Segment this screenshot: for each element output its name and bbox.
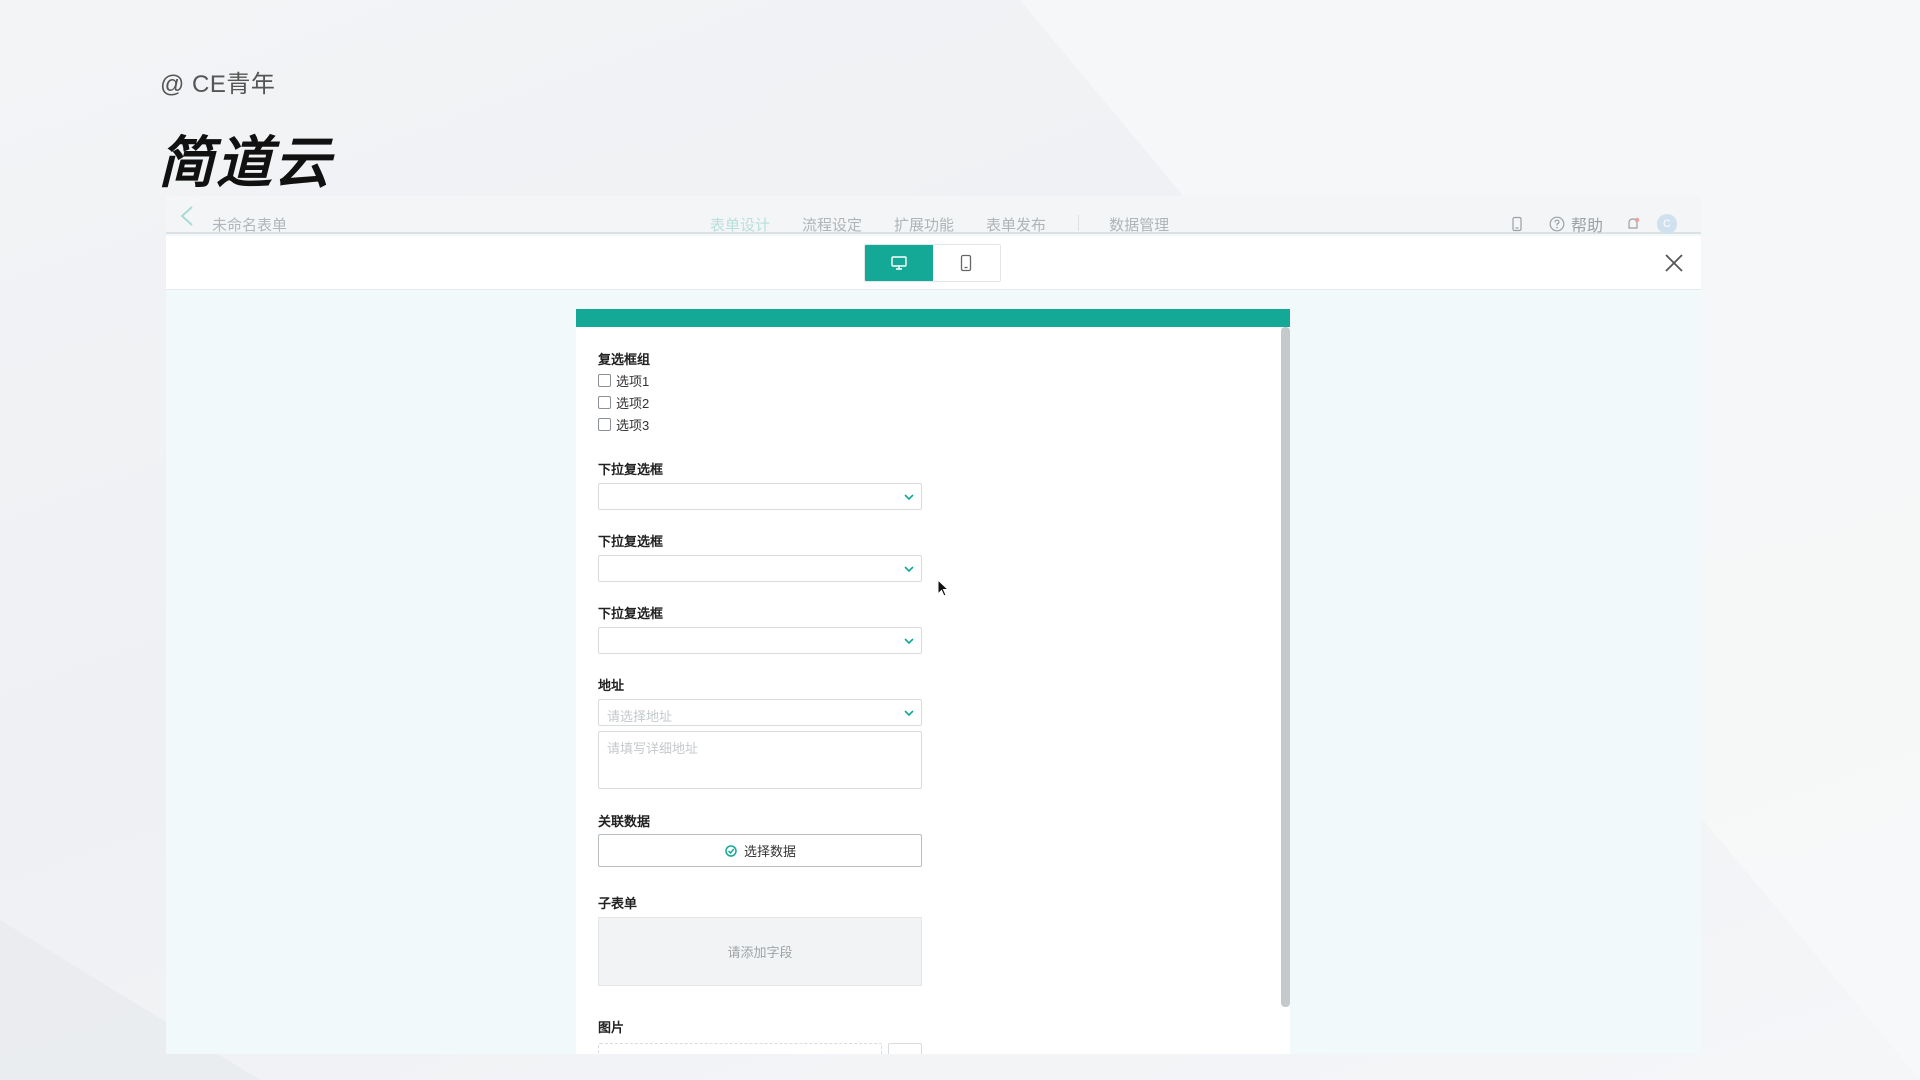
device-switcher	[864, 244, 1001, 282]
select-data-label: 选择数据	[743, 844, 796, 859]
dropdown-select[interactable]	[598, 627, 922, 654]
link-data-icon	[725, 844, 737, 857]
close-icon[interactable]	[1663, 252, 1685, 274]
address-region-placeholder: 请选择地址	[607, 709, 673, 724]
field-label-subform: 子表单	[598, 896, 638, 911]
help-label[interactable]: 帮助	[1571, 212, 1603, 236]
nav-tab-form-design[interactable]: 表单设计	[710, 214, 770, 235]
form-name: 未命名表单	[212, 217, 288, 234]
checkbox-option[interactable]: 选项2	[598, 393, 649, 412]
address-region-select[interactable]: 请选择地址	[598, 699, 922, 726]
nav-tab-data-management[interactable]: 数据管理	[1109, 214, 1169, 235]
checkbox[interactable]	[598, 418, 611, 431]
field-label-dropdown: 下拉复选框	[598, 462, 664, 477]
chevron-down-icon	[904, 494, 914, 501]
subform-placeholder: 请添加字段	[727, 945, 793, 960]
dropdown-select[interactable]	[598, 483, 922, 510]
desktop-monitor-icon	[891, 256, 907, 270]
subform-placeholder-box[interactable]: 请添加字段	[598, 917, 922, 986]
brand-title: 简道云	[158, 131, 332, 194]
form-preview-card: 复选框组 选项1 选项2 选项3 下拉复选框 下拉复选框 下拉复选框 地址 请选…	[576, 309, 1290, 1054]
mouse-cursor-icon	[937, 579, 950, 597]
address-detail-placeholder: 请填写详细地址	[607, 741, 699, 756]
back-arrow-icon[interactable]	[178, 205, 196, 227]
image-upload-zone[interactable]	[598, 1043, 882, 1054]
dropdown-select[interactable]	[598, 555, 922, 582]
field-label-dropdown: 下拉复选框	[598, 534, 664, 549]
camera-upload-button[interactable]	[888, 1043, 922, 1054]
chevron-down-icon	[904, 566, 914, 573]
scrollbar[interactable]	[1281, 327, 1290, 1007]
notification-bell-icon[interactable]	[1625, 216, 1641, 232]
nav-divider	[1078, 215, 1080, 231]
top-right-tools: 帮助 C	[1493, 212, 1677, 236]
main-nav: 表单设计 流程设定 扩展功能 表单发布 数据管理	[710, 214, 1201, 235]
address-detail-textarea[interactable]: 请填写详细地址	[598, 731, 922, 789]
chevron-down-icon	[904, 710, 914, 717]
field-label-address: 地址	[598, 678, 625, 693]
field-label-dropdown: 下拉复选框	[598, 606, 664, 621]
app-screenshot: 未命名表单 表单设计 流程设定 扩展功能 表单发布 数据管理 帮助 C 复选框组…	[166, 196, 1701, 1054]
field-label-checkbox-group: 复选框组	[598, 352, 651, 367]
mobile-preview-button[interactable]	[933, 245, 1001, 281]
checkbox-label: 选项1	[616, 374, 650, 389]
checkbox-label: 选项2	[616, 396, 650, 411]
top-navigation-bar: 未命名表单 表单设计 流程设定 扩展功能 表单发布 数据管理 帮助 C	[166, 196, 1701, 236]
user-avatar[interactable]: C	[1657, 214, 1677, 234]
nav-tab-workflow[interactable]: 流程设定	[802, 214, 862, 235]
checkbox-label: 选项3	[616, 418, 650, 433]
checkbox-option[interactable]: 选项1	[598, 371, 649, 390]
mobile-phone-icon	[961, 254, 972, 272]
checkbox[interactable]	[598, 374, 611, 387]
chevron-down-icon	[904, 638, 914, 645]
checkbox[interactable]	[598, 396, 611, 409]
mobile-preview-icon[interactable]	[1509, 216, 1525, 232]
nav-tab-extensions[interactable]: 扩展功能	[894, 214, 954, 235]
desktop-preview-button[interactable]	[865, 245, 933, 281]
field-label-linked-data: 关联数据	[598, 814, 651, 829]
select-data-button[interactable]: 选择数据	[598, 834, 922, 867]
checkbox-option[interactable]: 选项3	[598, 415, 649, 434]
credit-text: @ CE青年	[160, 71, 276, 98]
preview-toolbar	[166, 236, 1701, 290]
field-label-image: 图片	[598, 1020, 625, 1035]
nav-tab-publish[interactable]: 表单发布	[986, 214, 1046, 235]
help-icon[interactable]	[1549, 216, 1565, 232]
